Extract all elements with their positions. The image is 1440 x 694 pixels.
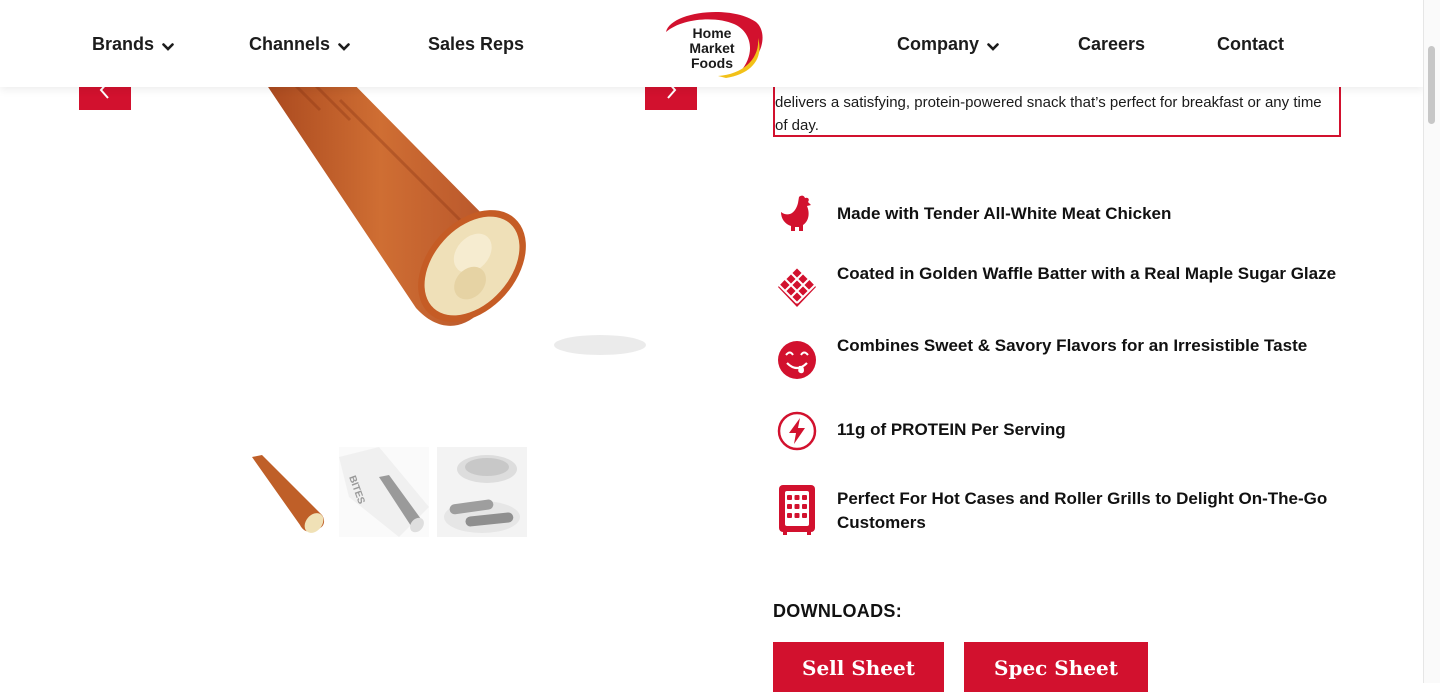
nav-brands-label: Brands [92,34,155,54]
chicken-icon [777,193,817,235]
chevron-down-icon [338,33,350,57]
product-description-text: delivers a satisfying, protein-powered s… [775,94,1322,134]
nav-sales-reps[interactable]: Sales Reps [428,32,524,56]
chevron-down-icon [162,33,174,57]
nav-careers[interactable]: Careers [1078,32,1145,56]
thumbnail-product-stick[interactable] [240,447,330,537]
home-market-foods-logo[interactable]: Home Market Foods [660,8,766,80]
nav-contact-label: Contact [1217,34,1284,54]
nav-company-label: Company [897,34,980,54]
feature-5-text: Perfect For Hot Cases and Roller Grills … [837,489,1328,532]
nav-careers-label: Careers [1078,34,1146,54]
smiley-tongue-icon [777,339,817,381]
nav-contact[interactable]: Contact [1217,32,1284,56]
chevron-down-icon [987,33,999,57]
thumbnail-serving-plate[interactable] [437,447,527,537]
product-main-image [180,40,700,400]
lightning-icon [777,410,817,452]
nav-brands[interactable]: Brands [92,32,174,56]
logo-line-2: Market [689,40,734,56]
sell-sheet-button[interactable]: Sell Sheet [773,642,944,692]
logo-line-1: Home [693,25,732,41]
waffle-icon [777,266,817,308]
feature-4-text: 11g of PROTEIN Per Serving [837,420,1066,439]
thumbnail-product-package[interactable]: BITES [339,447,429,537]
roller-grill-icon [777,485,817,535]
feature-1-text: Made with Tender All-White Meat Chicken [837,204,1172,223]
feature-3-text: Combines Sweet & Savory Flavors for an I… [837,336,1308,355]
nav-company[interactable]: Company [897,32,999,56]
scrollbar-thumb[interactable] [1428,46,1435,124]
nav-sales-reps-label: Sales Reps [428,34,525,54]
site-header: Brands Channels Sales Reps Home Market F… [0,0,1424,87]
spec-sheet-button[interactable]: Spec Sheet [964,642,1148,692]
nav-channels-label: Channels [249,34,331,54]
nav-channels[interactable]: Channels [249,32,350,56]
logo-line-3: Foods [691,55,733,71]
page-scrollbar[interactable] [1423,0,1440,683]
downloads-title: DOWNLOADS: [773,601,902,621]
feature-2-text: Coated in Golden Waffle Batter with a Re… [837,264,1337,283]
